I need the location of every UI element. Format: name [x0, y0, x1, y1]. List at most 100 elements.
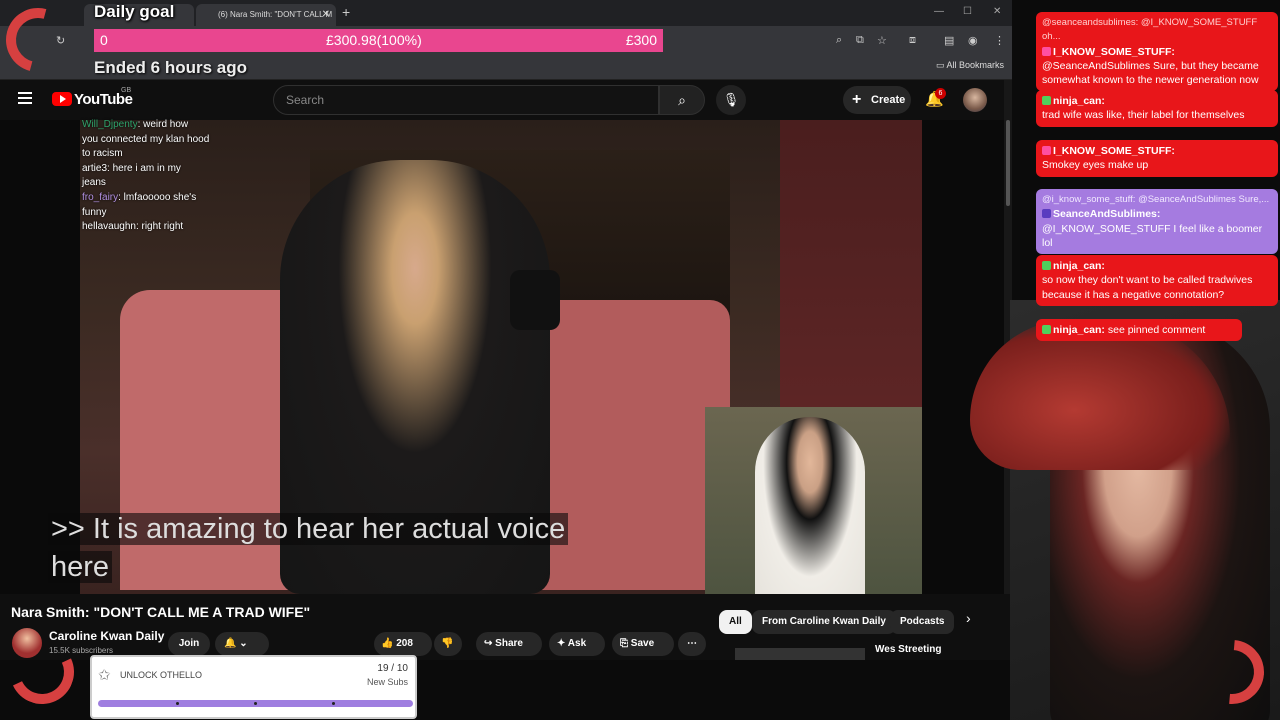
bookmark-star-icon[interactable]: ☆	[877, 34, 887, 47]
minimize-icon[interactable]: —	[934, 6, 944, 17]
chat-text: you connected my klan hood	[82, 133, 210, 145]
daily-goal-bar: 0 £300.98(100%) £300	[94, 29, 663, 52]
chip-from-channel[interactable]: From Caroline Kwan Daily	[752, 610, 896, 634]
plus-icon: +	[852, 91, 862, 108]
daily-goal-title: Daily goal	[94, 2, 175, 21]
goal-ended-text: Ended 6 hours ago	[94, 58, 248, 77]
chat-text: : here i am in my	[107, 162, 181, 174]
chat-user: fro_fairy	[82, 191, 119, 203]
chat-message: ninja_can: see pinned comment	[1036, 319, 1242, 342]
channel-name[interactable]: Caroline Kwan Daily	[49, 629, 164, 643]
user-badge-icon	[1042, 96, 1051, 105]
create-label: Create	[871, 94, 906, 106]
podcast-microphone	[510, 270, 560, 330]
chat-username: ninja_can:	[1053, 260, 1105, 272]
chat-text: funny	[82, 206, 107, 218]
chat-line: to racism	[82, 147, 262, 162]
share-label: Share	[495, 638, 523, 649]
cast-icon[interactable]: ⧉	[856, 34, 864, 47]
chat-line: Will_Djpenty: weird how	[82, 118, 262, 133]
all-bookmarks-label: All Bookmarks	[946, 60, 1004, 70]
sidebar-icon[interactable]: ▤	[944, 34, 954, 47]
sub-goal-label: UNLOCK OTHELLO	[120, 670, 203, 680]
reactor-figure	[755, 417, 865, 594]
sub-goal-count: 19 / 10	[377, 663, 408, 674]
youtube-header: YouTube GB Search ⌕ 🎙 + Create 🔔 6	[0, 80, 1012, 120]
chat-text: jeans	[82, 177, 106, 189]
sparkle-icon: ✦	[557, 638, 568, 649]
bookmark-icon: ⎘	[620, 638, 631, 649]
chat-line: jeans	[82, 176, 262, 191]
chat-text: @SeanceAndSublimes Sure, but they became…	[1042, 59, 1259, 87]
share-button[interactable]: ↪ Share	[476, 632, 542, 656]
zoom-icon[interactable]: ⌕	[836, 34, 842, 47]
chip-all[interactable]: All	[719, 610, 752, 634]
save-button[interactable]: ⎘ Save	[612, 632, 674, 656]
chat-text: : lmfaooooo she's	[118, 191, 197, 203]
hamburger-menu-icon[interactable]	[18, 92, 32, 104]
join-button[interactable]: Join	[168, 632, 210, 656]
more-menu-icon[interactable]: ⋮	[994, 34, 1005, 47]
more-actions-button[interactable]: ⋯	[678, 632, 706, 656]
chat-message: I_KNOW_SOME_STUFF: Smokey eyes make up	[1036, 140, 1278, 177]
chat-text: see pinned comment	[1107, 324, 1206, 336]
chip-podcasts[interactable]: Podcasts	[890, 610, 955, 634]
video-chat-overlay: Will_Djpenty: weird how you connected my…	[82, 118, 262, 235]
extensions-icon[interactable]: ⧈	[909, 34, 916, 47]
stream-screen: (6) Nara Smith: "DON'T CALL M ✕ + — ☐ ✕ …	[0, 0, 1280, 720]
bell-icon: 🔔 ⌄	[224, 638, 248, 649]
search-input[interactable]: Search	[273, 85, 659, 115]
tab-active[interactable]: (6) Nara Smith: "DON'T CALL M ✕	[196, 4, 336, 26]
progress-marker	[254, 702, 257, 705]
user-badge-icon	[1042, 261, 1051, 270]
ask-button[interactable]: ✦ Ask	[549, 632, 605, 656]
recommendation-thumbnail[interactable]	[735, 648, 865, 660]
all-bookmarks[interactable]: ▭ All Bookmarks	[936, 60, 1004, 71]
maximize-icon[interactable]: ☐	[963, 6, 972, 17]
search-icon: ⌕	[678, 92, 686, 108]
close-tab-icon[interactable]: ✕	[322, 4, 330, 26]
chat-text: Smokey eyes make up	[1042, 159, 1149, 172]
dislike-button[interactable]: 👎	[434, 632, 462, 656]
share-icon: ↪	[484, 638, 496, 649]
scrollbar-thumb[interactable]	[1006, 120, 1010, 206]
goal-start: 0	[100, 32, 108, 48]
chevron-right-icon[interactable]: ›	[966, 610, 971, 626]
notification-badge: 6	[935, 88, 946, 99]
video-title: Nara Smith: "DON'T CALL ME A TRAD WIFE"	[11, 604, 311, 620]
close-window-icon[interactable]: ✕	[993, 6, 1001, 17]
chat-username: I_KNOW_SOME_STUFF:	[1053, 45, 1175, 58]
like-count: 208	[396, 638, 413, 649]
caption-line-1: >> It is amazing to hear her actual voic…	[48, 513, 569, 545]
thumbs-down-icon: 👎	[441, 638, 454, 649]
chat-line: fro_fairy: lmfaooooo she's	[82, 191, 262, 206]
goal-progress-text: £300.98(100%)	[326, 32, 422, 48]
search-button[interactable]: ⌕	[659, 85, 705, 115]
caption-line-2: here	[48, 551, 113, 583]
profile-icon[interactable]: ◉	[968, 34, 978, 47]
user-badge-icon	[1042, 46, 1051, 56]
voice-search-button[interactable]: 🎙	[716, 85, 746, 115]
thumbs-up-icon: 👍	[381, 638, 397, 649]
like-button[interactable]: 👍 208	[374, 632, 432, 656]
region-code: GB	[121, 87, 132, 94]
user-badge-icon	[1042, 325, 1051, 334]
chat-text: trad wife was like, their label for them…	[1042, 109, 1245, 122]
chat-username: ninja_can:	[1053, 95, 1105, 107]
chat-line: funny	[82, 206, 262, 221]
chat-message: ninja_can: trad wife was like, their lab…	[1036, 90, 1278, 127]
create-button[interactable]: + Create	[843, 86, 911, 114]
recommendation-title[interactable]: Wes Streeting	[875, 644, 942, 655]
microphone-icon: 🎙	[722, 92, 740, 107]
subscribe-bell-button[interactable]: 🔔 ⌄	[215, 632, 269, 656]
folder-icon: ▭	[935, 60, 947, 70]
goal-target: £300	[625, 32, 657, 48]
chat-username: ninja_can:	[1053, 324, 1105, 336]
new-tab-icon[interactable]: +	[342, 4, 350, 20]
chat-line: hellavaughn: right right	[82, 220, 262, 235]
chat-text: so now they don't want to be called trad…	[1042, 274, 1253, 301]
user-avatar[interactable]	[963, 88, 987, 112]
video-info-section: Nara Smith: "DON'T CALL ME A TRAD WIFE" …	[0, 594, 1012, 660]
chat-username: I_KNOW_SOME_STUFF:	[1053, 145, 1175, 157]
youtube-logo-icon[interactable]	[52, 92, 72, 106]
